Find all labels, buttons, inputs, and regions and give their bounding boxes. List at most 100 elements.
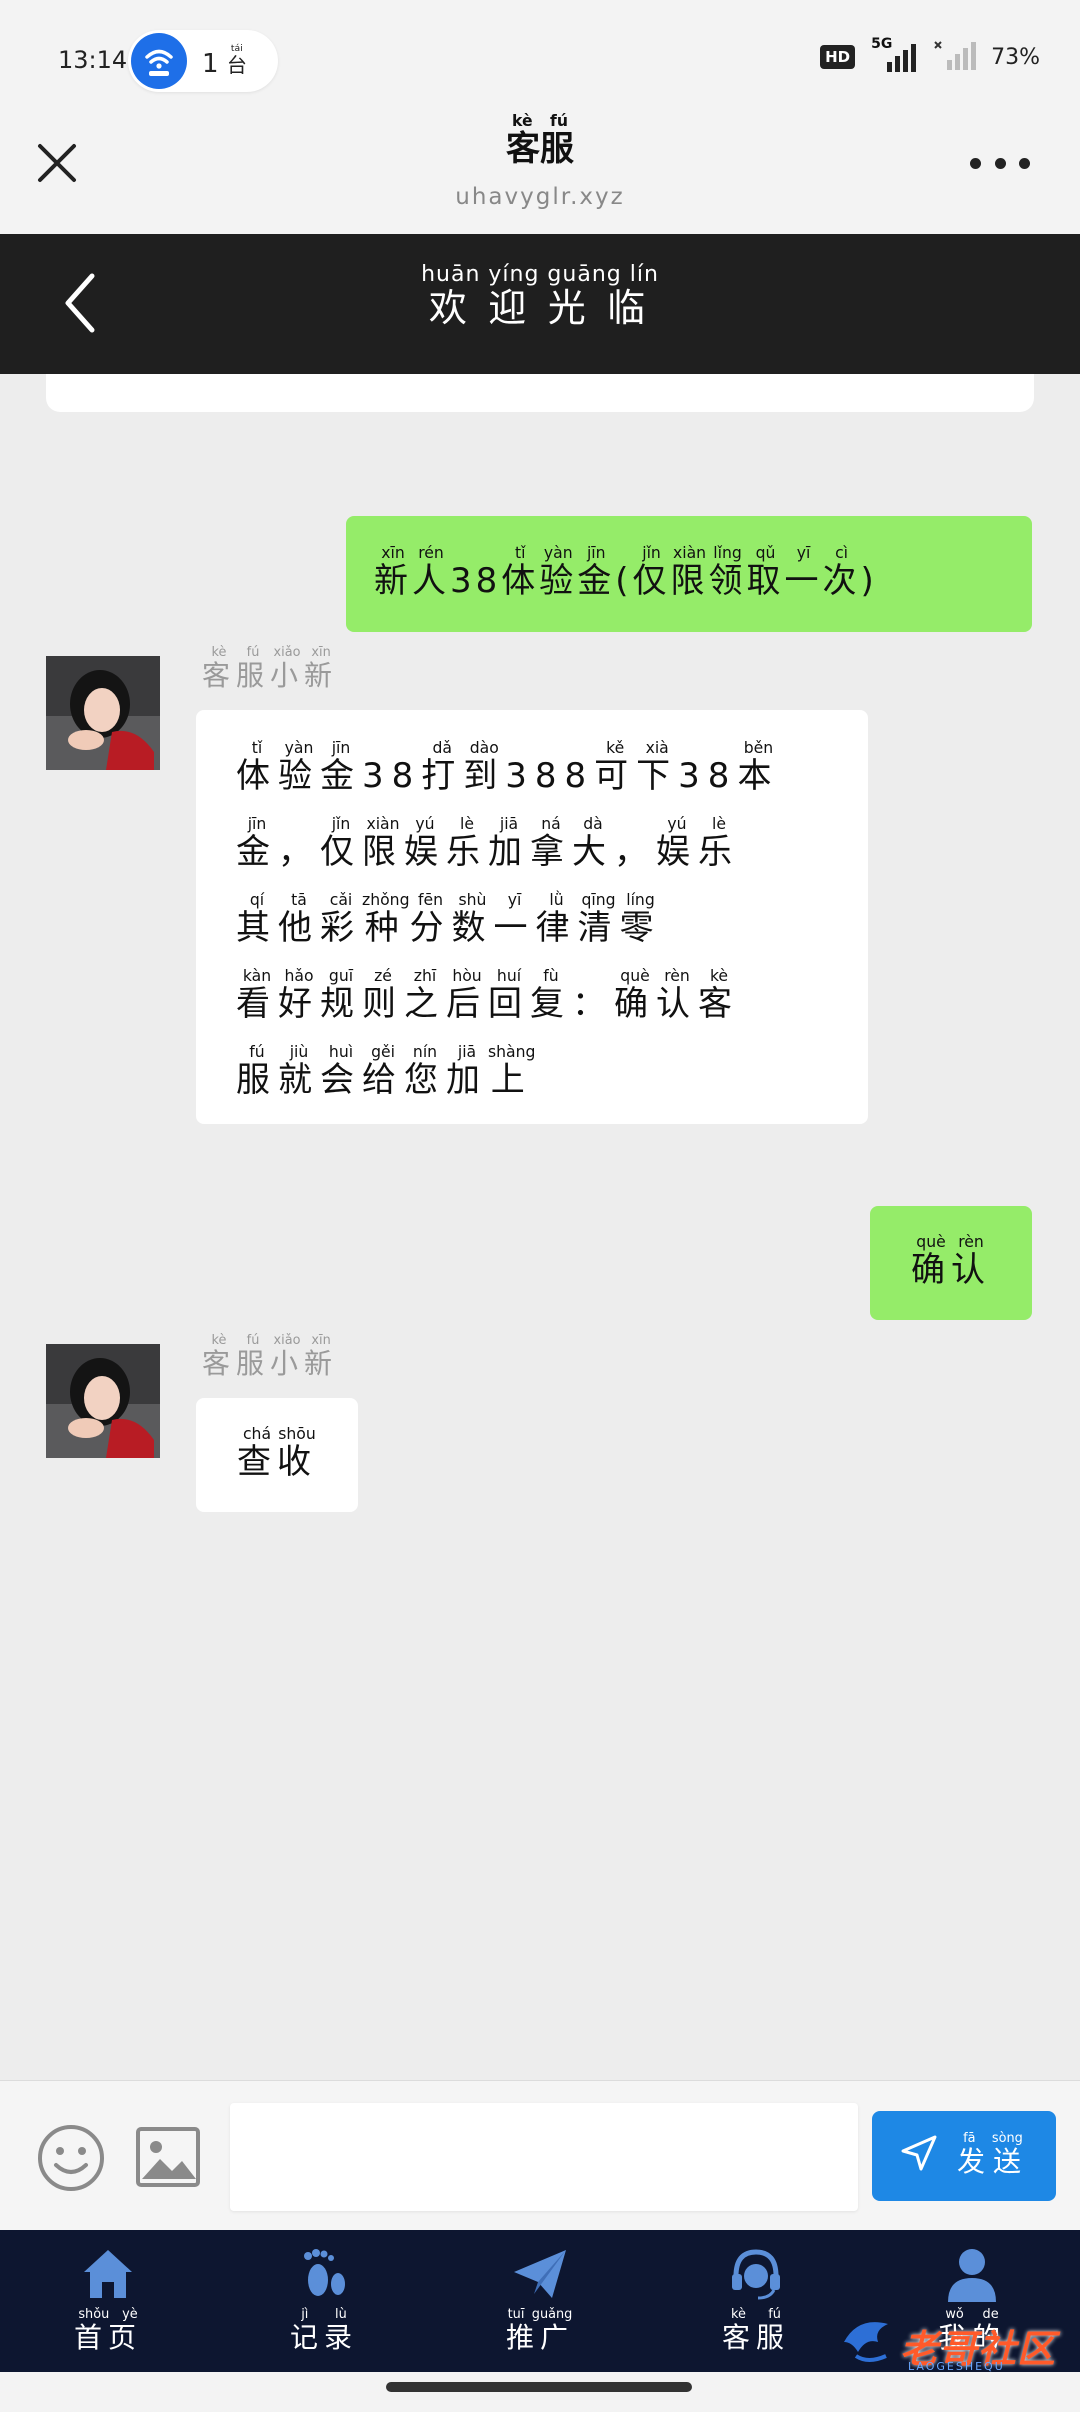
home-indicator[interactable] <box>386 2382 692 2392</box>
char: 38 <box>362 756 422 796</box>
emoji-icon[interactable] <box>36 2123 106 2193</box>
char: 新xīn <box>304 645 339 692</box>
paper-plane-icon <box>510 2244 570 2304</box>
char: ( <box>615 561 633 601</box>
char: 好hǎo <box>278 966 320 1024</box>
system-home-bar <box>0 2372 1080 2412</box>
char: 服fú <box>236 1333 271 1380</box>
miniapp-title-py: kè fú <box>506 111 574 130</box>
char: 给gěi <box>362 1042 404 1100</box>
incoming-message[interactable]: 体tǐ验yàn金jīn38打dǎ到dào388可kě下xià38本běn 金jīn… <box>196 710 868 1124</box>
message-text: 查chá收shōu <box>237 1424 317 1483</box>
char: 确què <box>614 966 656 1024</box>
send-button[interactable]: 发送fā sòng <box>872 2111 1056 2201</box>
miniapp-title-text: 客服 <box>506 129 574 169</box>
send-icon <box>899 2133 939 2180</box>
miniapp-title: 客服kè fú <box>0 111 1080 170</box>
miniapp-header: 客服kè fú uhavyglr.xyz <box>0 111 1080 234</box>
footprint-icon <box>294 2244 354 2304</box>
tab-service[interactable]: 客服kè fú <box>648 2230 864 2372</box>
tab-promote[interactable]: 推广tuī guǎng <box>432 2230 648 2372</box>
char: 客kè <box>202 645 237 692</box>
char: 取qǔ <box>746 543 785 601</box>
tab-label: 首页 <box>73 2321 142 2354</box>
home-icon <box>78 2244 138 2304</box>
status-bar: 13:14 1 台tái HD 5G 73% <box>0 0 1080 112</box>
outgoing-message[interactable]: 新xīn人rén38体tǐ验yàn金jīn(仅jǐn限xiàn领lǐng取qǔ一… <box>346 516 1032 632</box>
char: 新xīn <box>304 1333 339 1380</box>
message-text: 体tǐ验yàn金jīn38打dǎ到dào388可kě下xià38本běn 金jīn… <box>236 738 832 1118</box>
char: 人rén <box>412 543 450 601</box>
avatar[interactable] <box>46 1344 160 1458</box>
char: ： <box>572 984 614 1024</box>
char: 金jīn <box>577 543 616 601</box>
hd-badge: HD <box>820 45 856 69</box>
chat-area[interactable]: 新xīn人rén38体tǐ验yàn金jīn(仅jǐn限xiàn领lǐng取qǔ一… <box>0 374 1080 2080</box>
char: 拿ná <box>530 814 572 872</box>
char: 之zhī <box>404 966 446 1024</box>
sender-name: 客kè服fú小xiǎo新xīn <box>202 645 339 694</box>
incoming-message[interactable]: 查chá收shōu <box>196 1398 358 1512</box>
char: 次cì <box>822 543 861 601</box>
signal-5g-icon: 5G <box>869 36 919 74</box>
char: 可kě <box>594 738 637 796</box>
char: 大dà <box>572 814 614 872</box>
watermark-logo: 老哥社区 LAOGESHEQU <box>838 2312 1064 2376</box>
miniapp-domain: uhavyglr.xyz <box>455 184 625 210</box>
char: ， <box>278 832 320 872</box>
char: 本běn <box>737 738 780 796</box>
char: 验yàn <box>278 738 320 796</box>
char: 新xīn <box>374 543 412 601</box>
message-line: 金jīn，仅jǐn限xiàn娱yú乐lè加jiā拿ná大dà，娱yú乐lè <box>236 814 832 890</box>
char: 验yàn <box>539 543 578 601</box>
tab-records[interactable]: 记录jì lù <box>216 2230 432 2372</box>
status-right: HD 5G 73% <box>820 36 1040 76</box>
char: 彩cǎi <box>320 890 362 948</box>
char: 分fēn <box>409 890 452 948</box>
char: 他tā <box>278 890 320 948</box>
char: 规guī <box>320 966 362 1024</box>
char: 到dào <box>463 738 506 796</box>
char: 领lǐng <box>708 543 747 601</box>
hotspot-unit: 台 <box>226 53 247 77</box>
char: 388 <box>505 756 595 796</box>
char: 其qí <box>236 890 278 948</box>
char: 客kè <box>698 966 740 1024</box>
message-input[interactable] <box>230 2103 858 2211</box>
hotspot-icon <box>131 33 187 89</box>
char: 娱yú <box>656 814 698 872</box>
avatar[interactable] <box>46 656 160 770</box>
tab-label-py: kè fú <box>721 2307 790 2322</box>
status-time: 13:14 <box>58 46 128 74</box>
char: 看kàn <box>236 966 278 1024</box>
tab-home[interactable]: 首页shǒu yè <box>0 2230 216 2372</box>
char: 加jiā <box>488 814 530 872</box>
headset-icon <box>726 2244 786 2304</box>
image-icon[interactable] <box>134 2125 202 2189</box>
char: ) <box>860 561 878 601</box>
hotspot-indicator[interactable]: 1 台tái <box>128 30 278 92</box>
char: 则zé <box>362 966 404 1024</box>
outgoing-message[interactable]: 确què认rèn <box>870 1206 1032 1320</box>
char: 体tǐ <box>236 738 278 796</box>
char: 零líng <box>619 890 662 948</box>
char: 体tǐ <box>501 543 540 601</box>
char: 认rèn <box>951 1232 991 1290</box>
char: 加jiā <box>446 1042 488 1100</box>
char: 数shù <box>451 890 494 948</box>
char: 一yī <box>784 543 823 601</box>
message-line: 其qí他tā彩cǎi种zhǒng分fēn数shù一yī律lǜ清qīng零líng <box>236 890 832 966</box>
tab-label: 推广 <box>505 2321 574 2354</box>
char: 回huí <box>488 966 530 1024</box>
user-icon <box>942 2244 1002 2304</box>
tab-label-py: shǒu yè <box>73 2307 142 2322</box>
char: 确què <box>911 1232 951 1290</box>
signal-no-service-icon <box>933 38 977 76</box>
char: 客kè <box>202 1333 237 1380</box>
more-options-icon[interactable] <box>970 148 1030 178</box>
page-title-text: 欢迎光临 <box>421 286 659 330</box>
char: 金jīn <box>236 814 278 872</box>
hotspot-unit-py: tái <box>226 43 247 54</box>
char: 后hòu <box>446 966 488 1024</box>
battery-level: 73% <box>991 44 1040 70</box>
